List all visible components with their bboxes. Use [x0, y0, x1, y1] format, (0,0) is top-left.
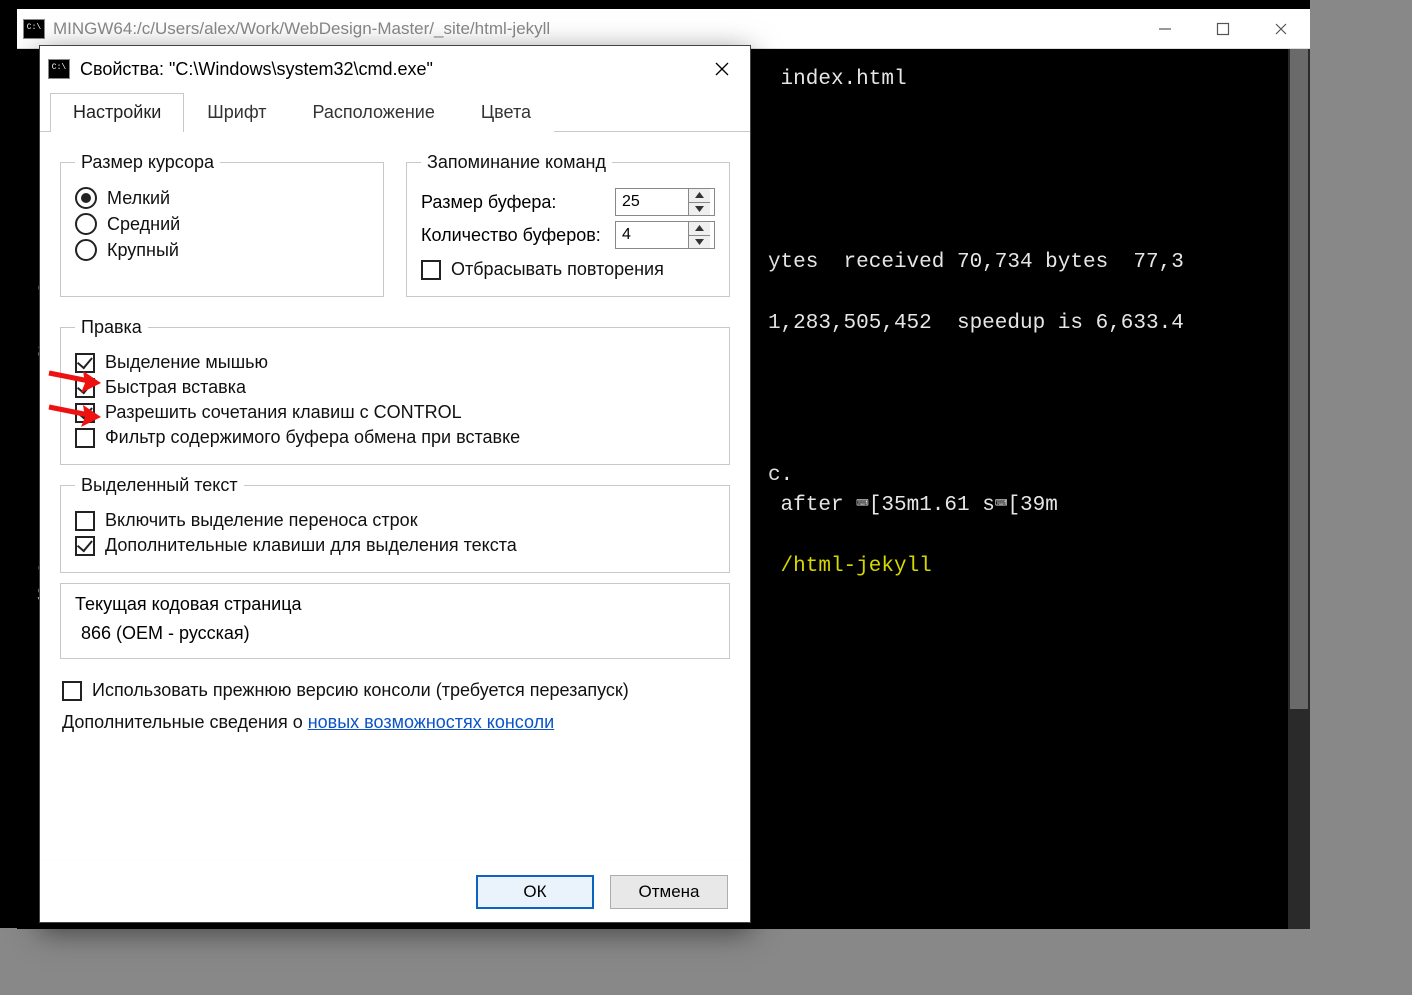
checkbox-label: Выделение мышью [105, 352, 268, 373]
checkbox-label: Включить выделение переноса строк [105, 510, 418, 531]
cursor-size-group: Размер курсора Мелкий Средний Крупный [60, 152, 384, 297]
cursor-small-radio[interactable]: Мелкий [75, 187, 369, 209]
cursor-size-legend: Размер курсора [75, 152, 220, 173]
edit-options-group: Правка Выделение мышью Быстрая вставка Р… [60, 317, 730, 465]
line-wrap-select-checkbox[interactable]: Включить выделение переноса строк [75, 510, 715, 531]
cmd-icon [23, 19, 45, 39]
quick-paste-checkbox[interactable]: Быстрая вставка [75, 377, 715, 398]
tab-settings[interactable]: Настройки [50, 93, 184, 132]
cmd-icon [48, 59, 70, 79]
edit-legend: Правка [75, 317, 148, 338]
dialog-tabbar: Настройки Шрифт Расположение Цвета [40, 92, 750, 132]
selection-legend: Выделенный текст [75, 475, 244, 496]
cursor-large-radio[interactable]: Крупный [75, 239, 369, 261]
checkbox-label: Отбрасывать повторения [451, 259, 664, 280]
spinner-up-icon[interactable] [689, 222, 710, 236]
checkbox-icon [75, 511, 95, 531]
checkbox-icon [75, 353, 95, 373]
checkbox-icon [75, 403, 95, 423]
radio-icon [75, 213, 97, 235]
checkbox-icon [75, 536, 95, 556]
maximize-button[interactable] [1194, 9, 1252, 48]
command-history-group: Запоминание команд Размер буфера: Количе… [406, 152, 730, 297]
codepage-group: Текущая кодовая страница 866 (OEM - русс… [60, 583, 730, 659]
checkbox-label: Разрешить сочетания клавиш с CONTROL [105, 402, 462, 423]
radio-icon [75, 187, 97, 209]
codepage-value: 866 (OEM - русская) [75, 623, 715, 644]
num-buffers-label: Количество буферов: [421, 225, 601, 246]
radio-label: Средний [107, 214, 180, 235]
mouse-select-checkbox[interactable]: Выделение мышью [75, 352, 715, 373]
buffer-size-spinner[interactable] [615, 188, 715, 216]
checkbox-label: Фильтр содержимого буфера обмена при вст… [105, 427, 520, 448]
cancel-button[interactable]: Отмена [610, 875, 728, 909]
buffer-size-label: Размер буфера: [421, 192, 556, 213]
minimize-button[interactable] [1136, 9, 1194, 48]
checkbox-label: Быстрая вставка [105, 377, 246, 398]
num-buffers-spinner[interactable] [615, 221, 715, 249]
tab-colors[interactable]: Цвета [458, 93, 554, 132]
text-selection-group: Выделенный текст Включить выделение пере… [60, 475, 730, 573]
checkbox-icon [62, 681, 82, 701]
ctrl-keys-checkbox[interactable]: Разрешить сочетания клавиш с CONTROL [75, 402, 715, 423]
checkbox-icon [421, 260, 441, 280]
legacy-info-text: Дополнительные сведения о новых возможно… [62, 709, 728, 735]
scrollbar-thumb[interactable] [1290, 49, 1308, 709]
buffer-size-input[interactable] [616, 189, 688, 215]
cmd-titlebar[interactable]: MINGW64:/c/Users/alex/Work/WebDesign-Mas… [17, 9, 1310, 49]
radio-icon [75, 239, 97, 261]
codepage-label: Текущая кодовая страница [75, 594, 715, 615]
dialog-title: Свойства: "C:\Windows\system32\cmd.exe" [80, 59, 694, 80]
tab-font[interactable]: Шрифт [184, 93, 289, 132]
checkbox-icon [75, 378, 95, 398]
legacy-console-checkbox[interactable]: Использовать прежнюю версию консоли (тре… [62, 677, 728, 703]
filter-clipboard-checkbox[interactable]: Фильтр содержимого буфера обмена при вст… [75, 427, 715, 448]
dialog-close-button[interactable] [694, 46, 750, 92]
dialog-button-row: ОК Отмена [40, 860, 750, 922]
num-buffers-input[interactable] [616, 222, 688, 248]
history-legend: Запоминание команд [421, 152, 612, 173]
radio-label: Крупный [107, 240, 179, 261]
checkbox-label: Использовать прежнюю версию консоли (тре… [92, 677, 629, 703]
spinner-down-icon[interactable] [689, 203, 710, 216]
cursor-medium-radio[interactable]: Средний [75, 213, 369, 235]
new-console-features-link[interactable]: новых возможностях консоли [308, 712, 554, 732]
radio-label: Мелкий [107, 188, 170, 209]
console-scrollbar[interactable] [1288, 49, 1310, 929]
dialog-titlebar[interactable]: Свойства: "C:\Windows\system32\cmd.exe" [40, 46, 750, 92]
tab-settings-page: Размер курсора Мелкий Средний Крупный За… [40, 132, 750, 860]
spinner-down-icon[interactable] [689, 236, 710, 249]
checkbox-label: Дополнительные клавиши для выделения тек… [105, 535, 517, 556]
discard-dupes-checkbox[interactable]: Отбрасывать повторения [421, 259, 715, 280]
spinner-up-icon[interactable] [689, 189, 710, 203]
tab-layout[interactable]: Расположение [290, 93, 458, 132]
cmd-window-title: MINGW64:/c/Users/alex/Work/WebDesign-Mas… [53, 19, 1136, 39]
extended-keys-checkbox[interactable]: Дополнительные клавиши для выделения тек… [75, 535, 715, 556]
properties-dialog: Свойства: "C:\Windows\system32\cmd.exe" … [39, 45, 751, 923]
close-button[interactable] [1252, 9, 1310, 48]
checkbox-icon [75, 428, 95, 448]
ok-button[interactable]: ОК [476, 875, 594, 909]
